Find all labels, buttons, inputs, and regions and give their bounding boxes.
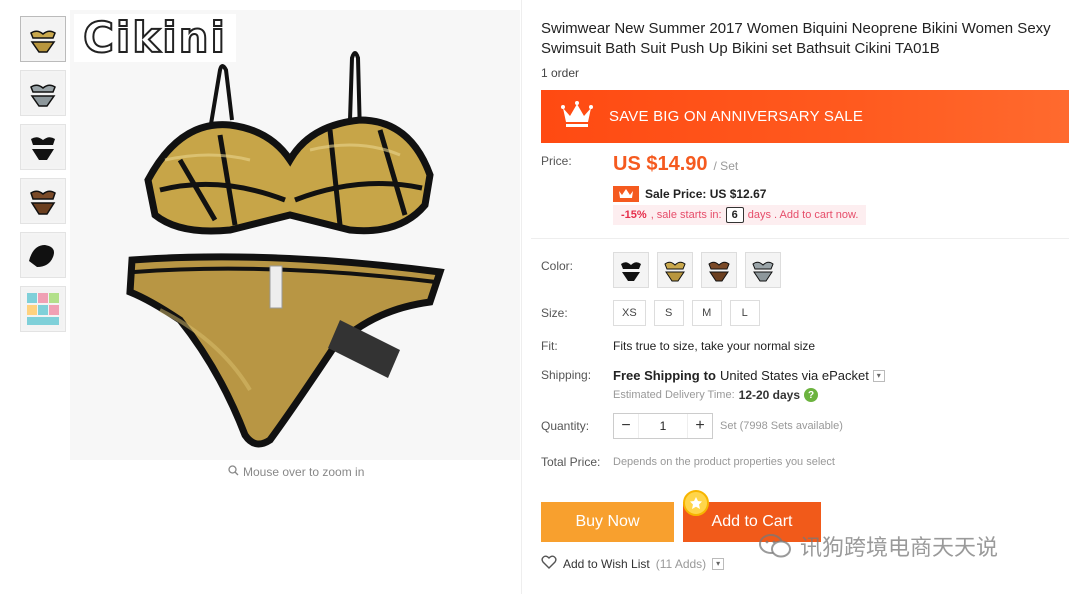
thumbnail-size-chart[interactable] [20,286,66,332]
size-option-l[interactable]: L [729,300,760,326]
sale-price: Sale Price: US $12.67 [613,186,766,202]
size-options: XS S M L [613,300,760,326]
anniversary-sale-banner[interactable]: SAVE BIG ON ANNIVERSARY SALE [541,90,1069,143]
days-countdown: 6 [725,207,744,223]
bikini-image [70,10,520,460]
fit-label: Fit: [541,339,558,353]
thumbnail-grey[interactable] [20,70,66,116]
thumbnail-bronze[interactable] [20,178,66,224]
color-label: Color: [541,259,574,273]
thumbnail-list [20,16,66,340]
shipping-label: Shipping: [541,368,592,382]
quantity-stepper: − 1 + [613,413,713,439]
free-shipping: Free Shipping [613,368,700,383]
coin-icon [683,490,709,516]
color-swatches [613,252,781,288]
thumbnail-black[interactable] [20,124,66,170]
color-swatch-bronze[interactable] [701,252,737,288]
shipping-selector[interactable]: Free Shipping to United States via ePack… [613,368,885,383]
color-swatch-gold[interactable] [657,252,693,288]
chevron-down-icon[interactable]: ▾ [872,369,885,382]
price-unit: / Set [713,159,739,173]
size-label: Size: [541,306,568,320]
fit-text: Fits true to size, take your normal size [613,339,816,353]
zoom-hint: Mouse over to zoom in [228,465,364,479]
wechat-icon [759,534,791,558]
color-swatch-black[interactable] [613,252,649,288]
price-block: US $14.90 / Set [613,153,738,176]
price-label: Price: [541,154,572,168]
shipping-destination: United States via ePacket [719,368,869,383]
quantity-available: Set (7998 Sets available) [720,420,843,432]
heart-icon [541,555,557,572]
product-title: Swimwear New Summer 2017 Women Biquini N… [541,20,1051,57]
size-option-xs[interactable]: XS [613,300,646,326]
wish-count: (11 Adds) [655,556,707,571]
thumbnail-gold[interactable] [20,16,66,62]
size-option-m[interactable]: M [691,300,722,326]
watermark: 讯狗跨境电商天天说 [758,530,998,562]
banner-text: SAVE BIG ON ANNIVERSARY SALE [609,108,864,125]
column-divider [521,0,522,594]
size-option-s[interactable]: S [653,300,684,326]
brand-logo: Cikini [74,14,236,62]
color-swatch-grey[interactable] [745,252,781,288]
buy-now-button[interactable]: Buy Now [541,502,674,542]
product-page: Cikini Mouse over to zoom in Swimwear Ne… [0,0,1080,594]
main-product-image[interactable]: Cikini [70,10,520,460]
sale-notice: -15% , sale starts in: 6 days . Add to c… [613,205,867,225]
search-icon [228,465,239,479]
add-to-wish-list[interactable]: Add to Wish List (11 Adds) ▾ [541,555,725,572]
quantity-label: Quantity: [541,419,590,433]
order-count[interactable]: 1 order [541,66,579,80]
help-icon[interactable]: ? [804,388,819,402]
separator [531,238,1069,239]
total-price-label: Total Price: [541,455,601,469]
price-amount: US $14.90 [613,153,708,175]
quantity-decrease-button[interactable]: − [614,414,638,438]
quantity-increase-button[interactable]: + [688,414,712,438]
thumbnail-black-alt[interactable] [20,232,66,278]
chevron-down-icon[interactable]: ▾ [712,557,725,570]
delivery-days: 12-20 days [738,388,801,402]
delivery-estimate: Estimated Delivery Time: 12-20 days ? [613,388,819,402]
discount-percent: -15% [621,209,647,221]
quantity-input[interactable]: 1 [638,414,688,438]
crown-icon [613,186,639,202]
crown-icon [559,98,595,135]
total-price-text: Depends on the product properties you se… [613,456,835,468]
